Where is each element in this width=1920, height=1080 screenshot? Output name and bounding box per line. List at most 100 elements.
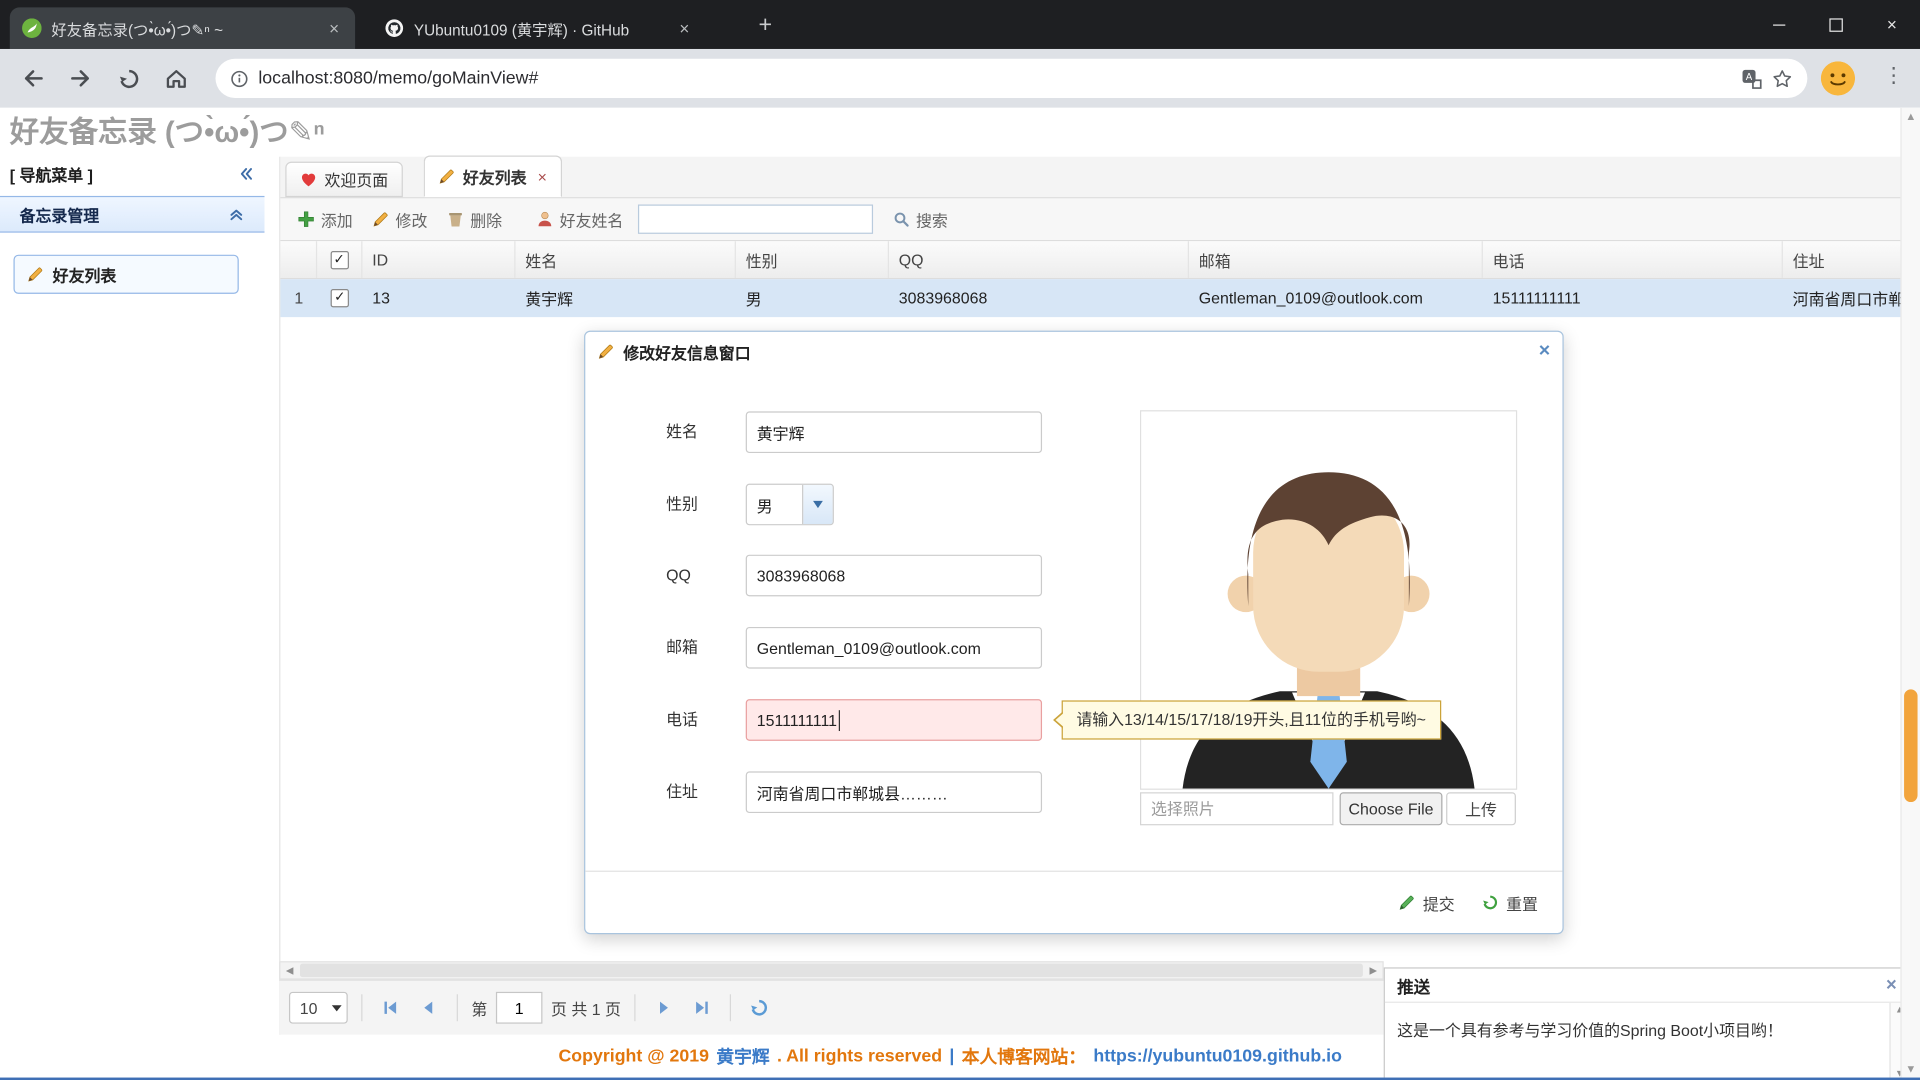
table-row[interactable]: 1 ✓ 13 黄宇辉 男 3083968068 Gentleman_0109@o… [280,279,1901,317]
next-page-button[interactable] [649,993,678,1022]
gender-select[interactable]: 男 [746,484,834,526]
add-button[interactable]: 添加 [290,203,360,236]
back-button[interactable] [15,60,52,97]
column-header-id[interactable]: ID [362,241,515,278]
edit-friend-dialog: 修改好友信息窗口 × 姓名 黄宇辉 性别 男 QQ 3083968068 邮箱 … [584,331,1564,935]
collapse-sidebar-icon[interactable] [238,165,255,182]
tab-close-icon[interactable]: × [325,18,342,38]
choose-file-button[interactable]: Choose File [1340,792,1443,825]
dialog-close-icon[interactable]: × [1539,342,1550,362]
search-input[interactable] [638,204,873,233]
nav-region-title: [ 导航菜单 ] [10,162,93,185]
edit-button[interactable]: 修改 [365,203,435,236]
gender-label: 性别 [666,484,739,526]
tab-title: 好友备忘录(つ•̀ω•́)つ✎ⁿ ~ [51,17,315,40]
sidebar-item-friend-list[interactable]: 好友列表 [13,255,238,294]
url-text: localhost:8080/memo/goMainView# [258,69,1731,89]
tab-title: YUbuntu0109 (黄宇辉) · GitHub [414,17,666,40]
close-button[interactable]: × [1864,0,1920,49]
page-size-select[interactable]: 10 [289,992,348,1024]
last-page-button[interactable] [687,993,716,1022]
first-page-button[interactable] [376,993,405,1022]
scroll-up-icon[interactable]: ▲ [1902,110,1920,122]
column-header-phone[interactable]: 电话 [1483,241,1783,278]
address-field[interactable]: 河南省周口市郸城县……… [746,771,1042,813]
email-label: 邮箱 [666,627,739,669]
tab-close-icon[interactable]: × [676,18,693,38]
chevron-down-icon[interactable] [802,485,833,524]
plus-icon [298,211,315,228]
browser-tab-memo[interactable]: 好友备忘录(つ•̀ω•́)つ✎ⁿ ~ × [10,7,355,49]
trash-icon [447,211,464,228]
photo-path-input[interactable] [1140,792,1333,825]
push-panel: 推送 × 这是一个具有参考与学习价值的Spring Boot小项目哟！ ▲ ▼ [1384,967,1911,1080]
scroll-left-icon[interactable]: ◀ [280,962,298,978]
row-checkbox[interactable]: ✓ [331,289,349,307]
author-link[interactable]: 黄宇辉 [716,1043,769,1069]
edit-button-label: 修改 [396,208,428,231]
minimize-button[interactable] [1751,0,1807,49]
submit-button[interactable]: 提交 [1398,891,1454,914]
pencil-icon [27,266,44,283]
tab-friend-list[interactable]: 好友列表 × [424,156,562,198]
sidebar: [ 导航菜单 ] 备忘录管理 好友列表 [0,157,264,1035]
pencil-icon [1398,894,1415,911]
name-field[interactable]: 黄宇辉 [746,411,1042,453]
collapse-panel-icon[interactable] [228,206,245,223]
cell-email: Gentleman_0109@outlook.com [1189,279,1483,317]
column-header-gender[interactable]: 性别 [736,241,889,278]
column-header-address[interactable]: 住址 [1783,241,1902,278]
memo-management-panel-header[interactable]: 备忘录管理 [0,196,264,233]
phone-validation-tooltip: 请输入13/14/15/17/18/19开头,且11位的手机号哟~ [1062,700,1441,739]
forward-button[interactable] [62,60,99,97]
profile-avatar[interactable] [1821,61,1855,95]
cell-name: 黄宇辉 [516,279,736,317]
browser-tab-github[interactable]: YUbuntu0109 (黄宇辉) · GitHub × [372,7,705,49]
blog-link[interactable]: https://yubuntu0109.github.io [1093,1046,1342,1066]
push-close-icon[interactable]: × [1886,975,1897,996]
site-info-icon[interactable] [230,69,248,87]
page-number-input[interactable] [496,992,543,1024]
bookmark-star-icon[interactable] [1772,68,1793,89]
delete-button[interactable]: 删除 [440,203,510,236]
scroll-right-icon[interactable]: ▶ [1364,962,1382,978]
tab-welcome[interactable]: 欢迎页面 [285,162,403,198]
translate-icon[interactable]: A [1741,68,1762,89]
scroll-down-icon[interactable]: ▼ [1902,1063,1920,1075]
home-button[interactable] [158,60,195,97]
grid-horizontal-scrollbar[interactable]: ◀ ▶ [279,961,1383,979]
maximize-button[interactable] [1807,0,1863,49]
search-button[interactable]: 搜索 [885,203,955,236]
delete-button-label: 删除 [470,208,502,231]
tab-close-icon[interactable]: × [538,167,547,185]
prev-page-button[interactable] [414,993,443,1022]
row-number: 1 [280,279,317,317]
column-header-email[interactable]: 邮箱 [1189,241,1483,278]
dialog-footer: 提交 重置 [585,871,1562,933]
page-title: 好友备忘录 (つ•̀ω•́)つ✎ⁿ [10,108,325,151]
browser-menu-button[interactable]: ⋮ [1883,64,1904,88]
column-header-qq[interactable]: QQ [889,241,1189,278]
qq-field[interactable]: 3083968068 [746,555,1042,597]
chevron-down-icon [327,1005,347,1011]
new-tab-button[interactable]: + [749,11,781,40]
address-bar[interactable]: localhost:8080/memo/goMainView# A [216,59,1808,98]
scrollbar-thumb[interactable] [1904,689,1917,802]
tab-strip: 欢迎页面 好友列表 × [280,157,1900,199]
reload-button[interactable] [110,60,147,97]
email-field[interactable]: Gentleman_0109@outlook.com [746,627,1042,669]
scrollbar-thumb[interactable] [300,964,1363,977]
pager-text-before: 第 [471,996,487,1019]
pencil-icon [372,211,389,228]
refresh-button[interactable] [745,993,774,1022]
select-all-checkbox[interactable]: ✓ [330,250,348,268]
column-header-name[interactable]: 姓名 [516,241,736,278]
add-button-label: 添加 [321,208,353,231]
upload-button[interactable]: 上传 [1446,792,1516,825]
reset-button[interactable]: 重置 [1482,891,1538,914]
page-vertical-scrollbar[interactable]: ▲ ▼ [1900,108,1920,1078]
dialog-title: 修改好友信息窗口 [623,340,750,363]
browser-navbar: localhost:8080/memo/goMainView# A ⋮ [0,49,1920,108]
phone-field[interactable]: 1511111111 [746,699,1042,741]
person-icon [536,211,553,228]
